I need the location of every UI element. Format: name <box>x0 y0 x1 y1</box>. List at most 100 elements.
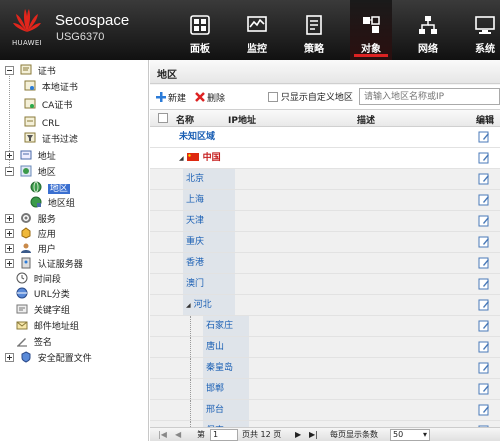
region-name-cell[interactable]: 邢台 <box>203 400 249 420</box>
select-all-checkbox[interactable] <box>158 113 168 123</box>
table-row[interactable]: 上海 <box>150 190 500 211</box>
region-name-cell[interactable]: 上海 <box>183 190 235 210</box>
expand-icon[interactable] <box>5 244 14 253</box>
expand-icon[interactable] <box>5 229 14 238</box>
nav-network[interactable]: 网络 <box>407 0 449 60</box>
nav-system[interactable]: 系统 <box>464 0 500 60</box>
edit-icon[interactable] <box>478 194 490 206</box>
tree-item-ca-cert[interactable]: CA证书 <box>24 98 72 114</box>
tree-item-time-range[interactable]: 时间段 <box>16 272 61 288</box>
tree-item-cert-filter[interactable]: 证书过滤 <box>24 132 78 148</box>
region-name-cell[interactable]: 未知区域 <box>176 127 264 147</box>
tree-item-certificate[interactable]: 证书 <box>5 64 56 80</box>
tree-item-address[interactable]: 地址 <box>5 149 56 165</box>
tree-item-auth-server[interactable]: 认证服务器 <box>5 257 83 273</box>
tree-item-region-leaf[interactable]: 地区 <box>30 181 70 197</box>
tree-item-local-cert[interactable]: 本地证书 <box>24 80 78 96</box>
last-page-icon[interactable]: ▶| <box>309 428 318 441</box>
collapse-icon[interactable] <box>5 66 14 75</box>
table-row[interactable]: ◢ 河北 <box>150 295 500 316</box>
plus-icon <box>156 92 166 102</box>
region-name-cell[interactable]: 天津 <box>183 211 235 231</box>
region-name-cell[interactable]: 澳门 <box>183 274 235 294</box>
edit-icon[interactable] <box>478 362 490 374</box>
table-row[interactable]: 未知区域 <box>150 127 500 148</box>
edit-icon[interactable] <box>478 131 490 143</box>
expand-icon[interactable] <box>5 259 14 268</box>
edit-icon[interactable] <box>478 404 490 416</box>
region-name-cell[interactable]: ◢ 河北 <box>183 295 235 315</box>
nav-policy[interactable]: 策略 <box>293 0 335 60</box>
prev-page-icon[interactable]: ◀ <box>175 428 181 441</box>
tree-item-region[interactable]: 地区 <box>5 165 56 181</box>
column-description[interactable]: 描述 <box>357 113 375 126</box>
tree-item-service[interactable]: 服务 <box>5 212 56 228</box>
new-button[interactable]: 新建 <box>155 91 186 105</box>
table-row[interactable]: 石家庄 <box>150 316 500 337</box>
table-row[interactable]: ◢ 中国 <box>150 148 500 169</box>
table-row[interactable]: 唐山 <box>150 337 500 358</box>
edit-icon[interactable] <box>478 236 490 248</box>
table-row[interactable]: 香港 <box>150 253 500 274</box>
tree-item-crl[interactable]: CRL <box>24 116 59 132</box>
collapse-icon[interactable] <box>5 167 14 176</box>
tree-item-user[interactable]: 用户 <box>5 242 56 258</box>
table-row[interactable]: 邢台 <box>150 400 500 421</box>
tree-item-security-profile[interactable]: 安全配置文件 <box>5 351 92 367</box>
object-icon <box>363 16 380 33</box>
tree-item-mail-group[interactable]: 邮件地址组 <box>16 319 79 335</box>
tree-item-keyword-group[interactable]: 关键字组 <box>16 303 70 319</box>
region-name-cell[interactable]: 香港 <box>183 253 235 273</box>
table-row[interactable]: 天津 <box>150 211 500 232</box>
search-input[interactable] <box>359 88 500 105</box>
table-row[interactable]: 澳门 <box>150 274 500 295</box>
edit-icon[interactable] <box>478 257 490 269</box>
custom-only-filter[interactable]: 只显示自定义地区 <box>268 91 353 105</box>
edit-icon[interactable] <box>478 341 490 353</box>
delete-button[interactable]: 删除 <box>194 91 225 105</box>
table-row[interactable]: 邯郸 <box>150 379 500 400</box>
first-page-icon[interactable]: |◀ <box>158 428 167 441</box>
custom-only-checkbox[interactable] <box>268 92 278 102</box>
expand-triangle-icon[interactable]: ◢ <box>179 155 184 162</box>
region-name-cell[interactable]: 唐山 <box>203 337 249 357</box>
page-number-input[interactable]: 1 <box>210 429 238 441</box>
edit-icon[interactable] <box>478 299 490 311</box>
expand-icon[interactable] <box>5 151 14 160</box>
edit-icon[interactable] <box>478 215 490 227</box>
nav-object[interactable]: 对象 <box>350 0 392 60</box>
region-name-cell[interactable]: 邯郸 <box>203 379 249 399</box>
tree-label-auth-server: 认证服务器 <box>37 260 83 270</box>
expand-icon[interactable] <box>5 214 14 223</box>
region-name-cell[interactable]: 秦皇岛 <box>203 358 249 378</box>
edit-icon[interactable] <box>478 173 490 185</box>
nav-monitor[interactable]: 监控 <box>236 0 278 60</box>
per-page-select[interactable]: 50 ▾ <box>390 429 430 441</box>
column-ip[interactable]: IP地址 <box>228 113 256 126</box>
tree-item-signature[interactable]: 签名 <box>16 335 52 351</box>
expand-icon[interactable] <box>5 353 14 362</box>
region-name-cell[interactable]: 北京 <box>183 169 235 189</box>
edit-icon[interactable] <box>478 383 490 395</box>
certificate-icon <box>20 64 32 75</box>
panel-title-bar: 地区 <box>150 60 500 84</box>
expand-triangle-icon[interactable]: ◢ <box>186 302 191 309</box>
region-name-text: 唐山 <box>206 342 225 352</box>
nav-dashboard[interactable]: 面板 <box>179 0 221 60</box>
region-name-cell[interactable]: 石家庄 <box>203 316 249 336</box>
tree-item-region-group[interactable]: 地区组 <box>30 196 75 212</box>
edit-icon[interactable] <box>478 152 490 164</box>
per-page-value: 50 <box>393 430 404 439</box>
region-name-cell[interactable]: ◢ 中国 <box>176 148 246 168</box>
table-row[interactable]: 重庆 <box>150 232 500 253</box>
tree-item-application[interactable]: 应用 <box>5 227 56 243</box>
region-name-cell[interactable]: 重庆 <box>183 232 235 252</box>
column-name[interactable]: 名称 <box>176 113 194 126</box>
service-icon <box>20 213 31 223</box>
edit-icon[interactable] <box>478 278 490 290</box>
next-page-icon[interactable]: ▶ <box>295 428 301 441</box>
edit-icon[interactable] <box>478 320 490 332</box>
table-row[interactable]: 北京 <box>150 169 500 190</box>
table-row[interactable]: 秦皇岛 <box>150 358 500 379</box>
tree-item-url-category[interactable]: URL分类 <box>16 287 70 303</box>
